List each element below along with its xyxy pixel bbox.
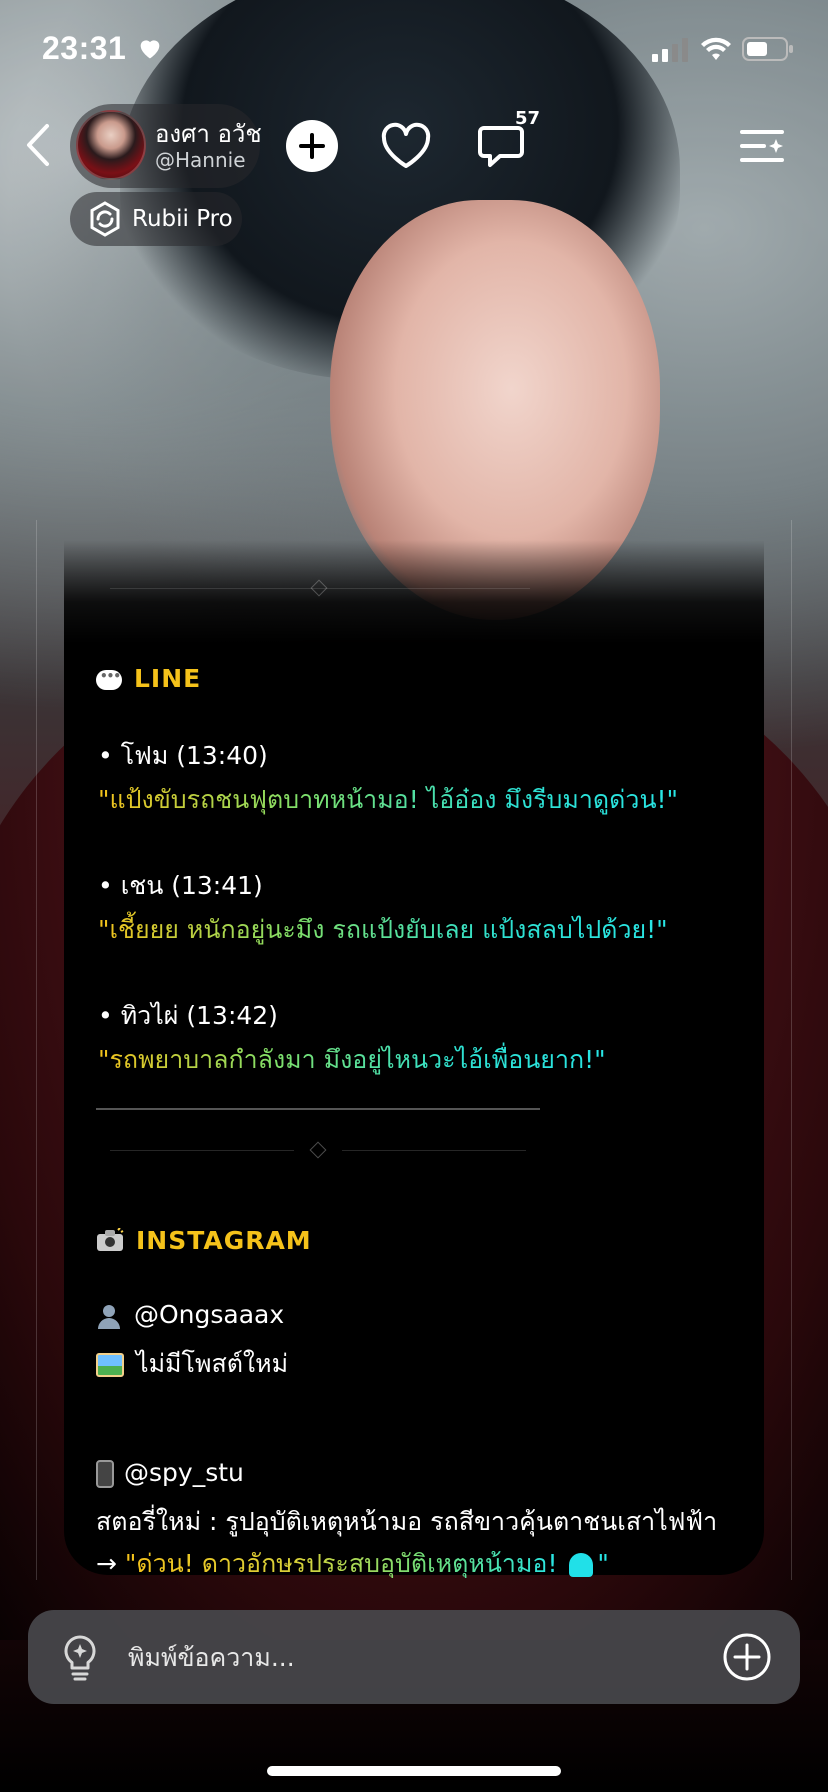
story-headline-text: "ด่วน! ดาวอักษรประสบอุบัติเหตุหน้ามอ! xyxy=(124,1549,558,1578)
heart-status-icon xyxy=(140,40,160,59)
rubii-pro-icon xyxy=(90,201,120,237)
story-text: สตอรี่ใหม่ : รูปอุบัติเหตุหน้ามอ รถสีขาว… xyxy=(96,1507,718,1536)
status-bar: 23:31 xyxy=(0,0,828,100)
line-quote-1: "แป้งขับรถชนฟุตบาทหน้ามอ! ไอ้อ๋อง มึงรีบ… xyxy=(98,780,678,820)
section-rule xyxy=(96,1108,540,1110)
status-time: 23:31 xyxy=(42,30,127,66)
lightbulb-icon[interactable] xyxy=(58,1633,102,1681)
instagram-status: ไม่มีโพสต์ใหม่ xyxy=(96,1344,288,1384)
line-quote-2: "เชี้ยยย หนักอยู่นะมึง รถแป้งยับเลย แป้ง… xyxy=(98,910,668,950)
phone-icon xyxy=(96,1460,114,1488)
person-icon xyxy=(98,1305,120,1329)
heart-icon[interactable] xyxy=(378,118,434,174)
line-section-title: LINE xyxy=(96,664,201,693)
divider-right xyxy=(342,1150,526,1151)
plus-icon xyxy=(299,133,325,159)
comment-count: 57 xyxy=(515,108,541,129)
line-speaker-2: • เชน (13:41) xyxy=(98,871,263,900)
arrow-glyph: → xyxy=(96,1549,117,1578)
follow-button[interactable] xyxy=(286,120,338,172)
instagram-section-title: INSTAGRAM xyxy=(96,1226,312,1255)
divider-left xyxy=(110,1150,294,1151)
add-circle-icon[interactable] xyxy=(722,1632,772,1682)
home-indicator[interactable] xyxy=(267,1766,561,1776)
chat-header: องศา อวัช @Hannie 57 Rubii Pro xyxy=(0,100,828,250)
rubii-pro-label: Rubii Pro xyxy=(132,206,233,232)
camera-icon xyxy=(96,1226,126,1255)
picture-icon xyxy=(96,1353,124,1377)
menu-sparkle-icon[interactable] xyxy=(738,122,786,170)
back-button[interactable] xyxy=(18,120,58,170)
instagram-account: @Ongsaaax xyxy=(96,1300,284,1329)
wifi-icon xyxy=(701,37,731,60)
line-speaker-1: • โฟม (13:40) xyxy=(98,741,268,770)
battery-icon xyxy=(742,37,793,61)
line-speaker-3: • ทิวไผ่ (13:42) xyxy=(98,1001,278,1030)
avatar[interactable] xyxy=(76,110,146,180)
speech-bubble-icon xyxy=(96,669,122,690)
chevron-left-icon xyxy=(27,124,49,166)
story-headline: → "ด่วน! ดาวอักษรประสบอุบัติเหตุหน้ามอ! … xyxy=(96,1544,609,1584)
line-quote-3: "รถพยาบาลกำลังมา มึงอยู่ไหนวะไอ้เพื่อนยา… xyxy=(98,1040,606,1080)
spy-account: @spy_stu xyxy=(96,1458,244,1488)
character-handle: @Hannie xyxy=(155,148,246,172)
cellular-signal-icon xyxy=(652,38,688,62)
ghost-emoji-icon xyxy=(569,1553,594,1577)
message-input[interactable] xyxy=(128,1634,688,1680)
closing-quote: " xyxy=(597,1549,609,1578)
